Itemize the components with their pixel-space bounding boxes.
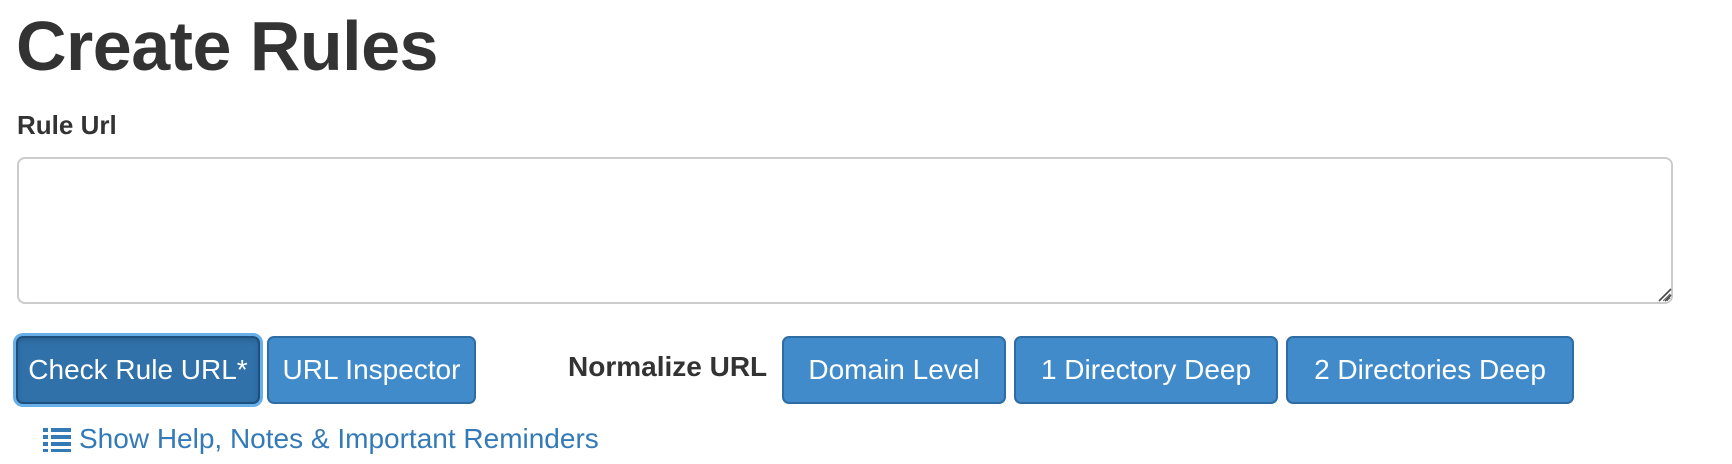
two-directories-deep-button[interactable]: 2 Directories Deep (1286, 336, 1574, 404)
create-rules-page: Create Rules Rule Url Check Rule URL* UR… (0, 0, 1732, 464)
check-rule-url-button[interactable]: Check Rule URL* (16, 336, 260, 404)
one-directory-deep-button[interactable]: 1 Directory Deep (1014, 336, 1278, 404)
domain-level-button[interactable]: Domain Level (782, 336, 1006, 404)
rule-url-label: Rule Url (17, 110, 117, 140)
rule-url-textarea[interactable] (17, 157, 1673, 304)
normalize-url-label: Normalize URL (568, 351, 768, 382)
url-inspector-button[interactable]: URL Inspector (267, 336, 476, 404)
list-icon (43, 428, 71, 452)
show-help-link[interactable]: Show Help, Notes & Important Reminders (43, 422, 599, 456)
show-help-link-text: Show Help, Notes & Important Reminders (79, 423, 599, 454)
page-title: Create Rules (16, 7, 438, 85)
